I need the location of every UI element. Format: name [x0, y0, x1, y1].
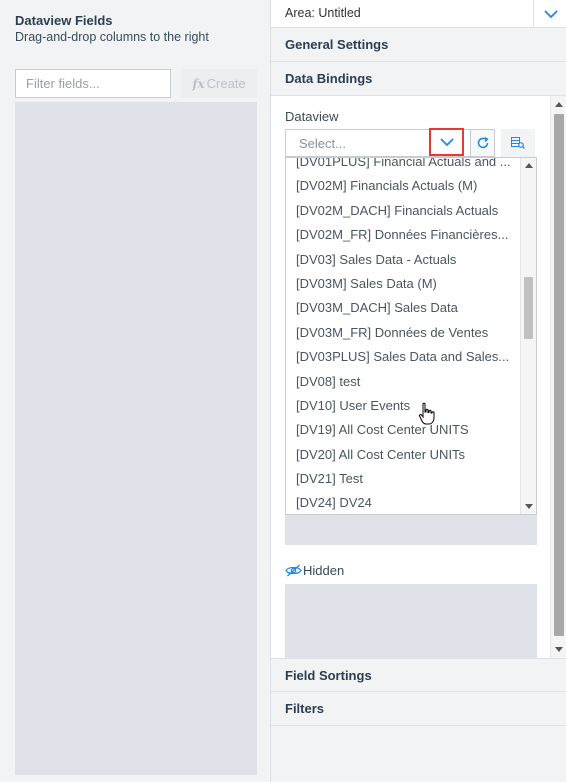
dropdown-option[interactable]: [DV03M] Sales Data (M)	[286, 272, 520, 296]
fx-icon: fx	[192, 76, 205, 91]
scroll-down-arrow-icon[interactable]	[525, 504, 533, 509]
data-bindings-body: Dataview Select... [DV01PLUS] Financial …	[271, 96, 566, 658]
dropdown-option[interactable]: [DV19] All Cost Center UNITS	[286, 418, 520, 442]
create-button[interactable]: fx Create	[181, 69, 257, 98]
eye-off-icon	[285, 564, 302, 577]
dataview-dropdown-toggle[interactable]	[429, 128, 464, 156]
hidden-label-text: Hidden	[303, 563, 345, 578]
panel-title: Dataview Fields	[15, 13, 113, 28]
panel-scroll-up-icon[interactable]	[555, 102, 563, 107]
settings-panel: Area: Untitled General Settings Data Bin…	[270, 0, 566, 782]
panel-scroll-thumb[interactable]	[554, 114, 564, 636]
dataview-select-placeholder: Select...	[299, 136, 346, 151]
dropdown-option[interactable]: [DV21] Test	[286, 467, 520, 491]
dataview-dropdown-list[interactable]: [DV01PLUS] Financial Actuals and ... [DV0…	[285, 157, 537, 515]
scroll-up-arrow-icon[interactable]	[525, 163, 533, 168]
fields-list-area[interactable]	[15, 102, 257, 775]
dropdown-option[interactable]: [DV03M_DACH] Sales Data	[286, 296, 520, 320]
panel-scrollbar[interactable]	[550, 96, 566, 658]
area-select[interactable]: Area: Untitled	[271, 0, 566, 28]
dataview-fields-panel: Dataview Fields Drag-and-drop columns to…	[0, 0, 266, 782]
dropdown-option[interactable]: [DV24] DV24	[286, 491, 520, 514]
section-data-bindings[interactable]: Data Bindings	[271, 62, 566, 96]
refresh-button[interactable]	[471, 129, 495, 157]
dropdown-scroll-thumb[interactable]	[524, 277, 533, 339]
area-chevron-down-icon[interactable]	[533, 0, 566, 28]
dropdown-option[interactable]: [DV02M_DACH] Financials Actuals	[286, 199, 520, 223]
hidden-section-label: Hidden	[285, 563, 344, 578]
create-button-label: Create	[206, 76, 246, 91]
dropdown-option[interactable]: [DV03PLUS] Sales Data and Sales...	[286, 345, 520, 369]
section-field-sortings[interactable]: Field Sortings	[271, 658, 566, 692]
filter-fields-input[interactable]	[15, 69, 171, 98]
refresh-icon	[477, 136, 489, 149]
dropdown-option[interactable]: [DV03M_FR] Données de Ventes	[286, 321, 520, 345]
panel-subtitle: Drag-and-drop columns to the right	[15, 30, 209, 44]
hidden-dropzone[interactable]	[285, 584, 537, 658]
dataview-label: Dataview	[285, 109, 339, 124]
section-general-settings[interactable]: General Settings	[271, 28, 566, 62]
dropdown-option[interactable]: [DV10] User Events	[286, 394, 520, 418]
preview-data-button[interactable]	[501, 129, 535, 157]
table-search-icon	[511, 137, 525, 149]
dropdown-items: [DV01PLUS] Financial Actuals and ... [DV0…	[286, 158, 520, 514]
dropdown-option[interactable]: [DV03] Sales Data - Actuals	[286, 248, 520, 272]
panel-bottom-space	[271, 726, 566, 782]
columns-dropzone[interactable]	[285, 515, 537, 545]
dropdown-option[interactable]: [DV20] All Cost Center UNITs	[286, 443, 520, 467]
dropdown-option[interactable]: [DV02M_FR] Données Financières...	[286, 223, 520, 247]
section-filters[interactable]: Filters	[271, 692, 566, 726]
dropdown-option[interactable]: [DV08] test	[286, 370, 520, 394]
dropdown-option[interactable]: [DV01PLUS] Financial Actuals and ...	[286, 158, 520, 174]
panel-scroll-down-icon[interactable]	[555, 647, 563, 652]
dropdown-option[interactable]: [DV02M] Financials Actuals (M)	[286, 174, 520, 198]
dropdown-scrollbar[interactable]	[520, 158, 536, 514]
chevron-down-icon	[439, 137, 454, 146]
area-select-label: Area: Untitled	[285, 6, 361, 20]
